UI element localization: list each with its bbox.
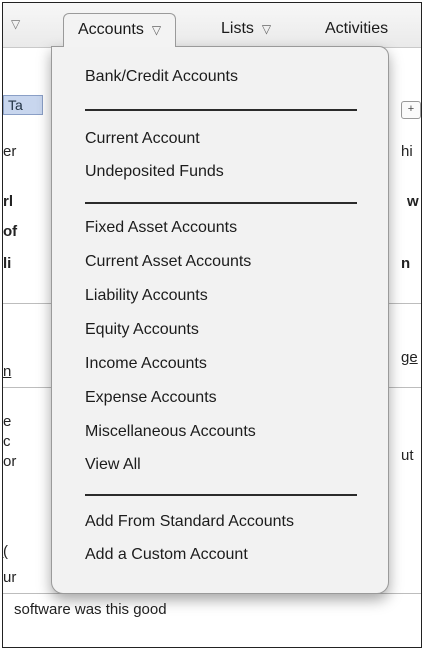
tab-activities[interactable]: Activities (325, 13, 388, 45)
tab-lists[interactable]: Lists ▽ (221, 13, 271, 45)
background-tab-label: Ta (8, 97, 23, 113)
tab-lists-label: Lists (221, 20, 254, 37)
background-text: hi (401, 143, 413, 160)
background-text: rl (3, 193, 14, 210)
background-text: li (3, 255, 12, 272)
background-text: er (3, 143, 17, 160)
top-navigation-bar: ▽ Accounts ▽ Lists ▽ Activities (3, 3, 421, 48)
background-text: ut (401, 447, 414, 464)
background-link[interactable]: ( (3, 543, 8, 560)
menu-item-fixed-asset-accounts[interactable]: Fixed Asset Accounts (85, 219, 237, 237)
background-link[interactable]: n (3, 363, 11, 380)
plus-icon[interactable]: + (401, 101, 421, 119)
menu-separator (85, 494, 357, 496)
chevron-down-icon: ▽ (151, 23, 162, 37)
background-link[interactable]: ge (401, 349, 418, 366)
accounts-dropdown-menu: Bank/Credit Accounts Current Account Und… (51, 46, 389, 594)
background-text: n (401, 255, 411, 272)
background-text: or (3, 453, 17, 470)
menu-item-current-account[interactable]: Current Account (85, 130, 200, 148)
menu-item-view-all[interactable]: View All (85, 456, 141, 474)
menu-item-income-accounts[interactable]: Income Accounts (85, 355, 207, 373)
background-text: w (407, 193, 419, 210)
chevron-down-icon[interactable]: ▽ (11, 17, 20, 31)
menu-item-add-from-standard-accounts[interactable]: Add From Standard Accounts (85, 513, 294, 531)
screenshot-frame: ▽ Accounts ▽ Lists ▽ Activities Ta + er rl… (2, 2, 422, 648)
background-text: c (3, 433, 11, 450)
background-text: of (3, 223, 18, 240)
menu-item-current-asset-accounts[interactable]: Current Asset Accounts (85, 253, 251, 271)
menu-item-add-a-custom-account[interactable]: Add a Custom Account (85, 546, 248, 564)
background-text: ur (3, 569, 17, 586)
menu-item-miscellaneous-accounts[interactable]: Miscellaneous Accounts (85, 423, 256, 441)
menu-separator (85, 109, 357, 111)
tab-accounts-label: Accounts (78, 21, 144, 38)
menu-item-liability-accounts[interactable]: Liability Accounts (85, 287, 208, 305)
menu-item-bank-credit-accounts[interactable]: Bank/Credit Accounts (85, 68, 238, 86)
chevron-down-icon: ▽ (261, 22, 272, 36)
background-tab[interactable]: Ta (3, 95, 43, 115)
menu-separator (85, 202, 357, 204)
background-footer-text: software was this good (14, 601, 167, 618)
background-text: e (3, 413, 12, 430)
tab-accounts[interactable]: Accounts ▽ (63, 13, 177, 47)
menu-item-undeposited-funds[interactable]: Undeposited Funds (85, 163, 224, 181)
menu-item-equity-accounts[interactable]: Equity Accounts (85, 321, 199, 339)
tab-activities-label: Activities (325, 20, 389, 37)
menu-item-expense-accounts[interactable]: Expense Accounts (85, 389, 217, 407)
